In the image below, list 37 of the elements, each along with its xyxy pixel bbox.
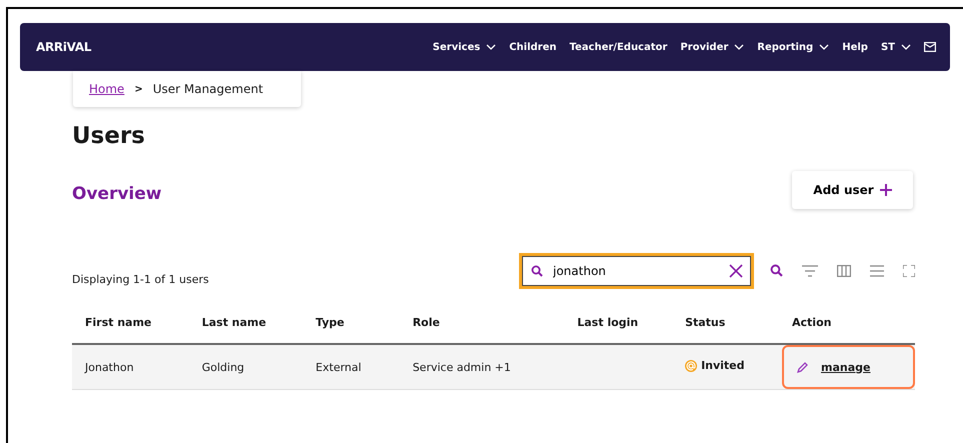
nav-item[interactable]: Help — [842, 42, 868, 52]
breadcrumb-separator: > — [134, 84, 143, 94]
nav-item[interactable]: ST — [880, 42, 911, 52]
at-sign-icon — [685, 360, 698, 372]
chevron-down-icon — [819, 44, 830, 50]
mail-icon[interactable] — [924, 42, 936, 52]
table-cell: Golding — [202, 360, 244, 374]
table-cell: Jonathon — [85, 360, 134, 374]
search-icon — [531, 264, 543, 276]
search-icon[interactable] — [770, 264, 783, 277]
fullscreen-icon[interactable] — [903, 264, 915, 276]
clear-icon[interactable] — [729, 264, 743, 278]
result-count: Displaying 1-1 of 1 users — [72, 273, 209, 286]
manage-link[interactable]: manage — [821, 360, 870, 374]
brand-logo[interactable]: ARRiVAL — [36, 40, 92, 54]
table-cell: External — [316, 360, 362, 374]
nav-item[interactable]: Services — [432, 42, 496, 52]
section-title: Overview — [72, 184, 162, 204]
breadcrumb-link[interactable]: Home — [89, 82, 124, 96]
column-header: Action — [779, 316, 915, 344]
table-cell: Service admin +1 — [412, 360, 511, 374]
chevron-down-icon — [486, 44, 496, 50]
nav-item[interactable]: Children — [509, 42, 557, 52]
pencil-icon — [797, 361, 809, 373]
chevron-down-icon — [901, 44, 911, 50]
plus-icon — [880, 184, 892, 196]
nav-item[interactable]: Provider — [680, 42, 744, 52]
nav-item[interactable]: Teacher/Educator — [570, 42, 668, 52]
nav-item[interactable]: Reporting — [757, 42, 830, 52]
chevron-down-icon — [734, 44, 744, 50]
breadcrumb-current: User Management — [152, 82, 264, 96]
page-title: Users — [72, 122, 146, 151]
columns-icon[interactable] — [837, 264, 851, 276]
filter-icon[interactable] — [802, 264, 818, 276]
density-icon[interactable] — [870, 264, 884, 276]
add-user-button[interactable]: Add user — [792, 171, 913, 209]
status-label: Invited — [685, 359, 745, 372]
